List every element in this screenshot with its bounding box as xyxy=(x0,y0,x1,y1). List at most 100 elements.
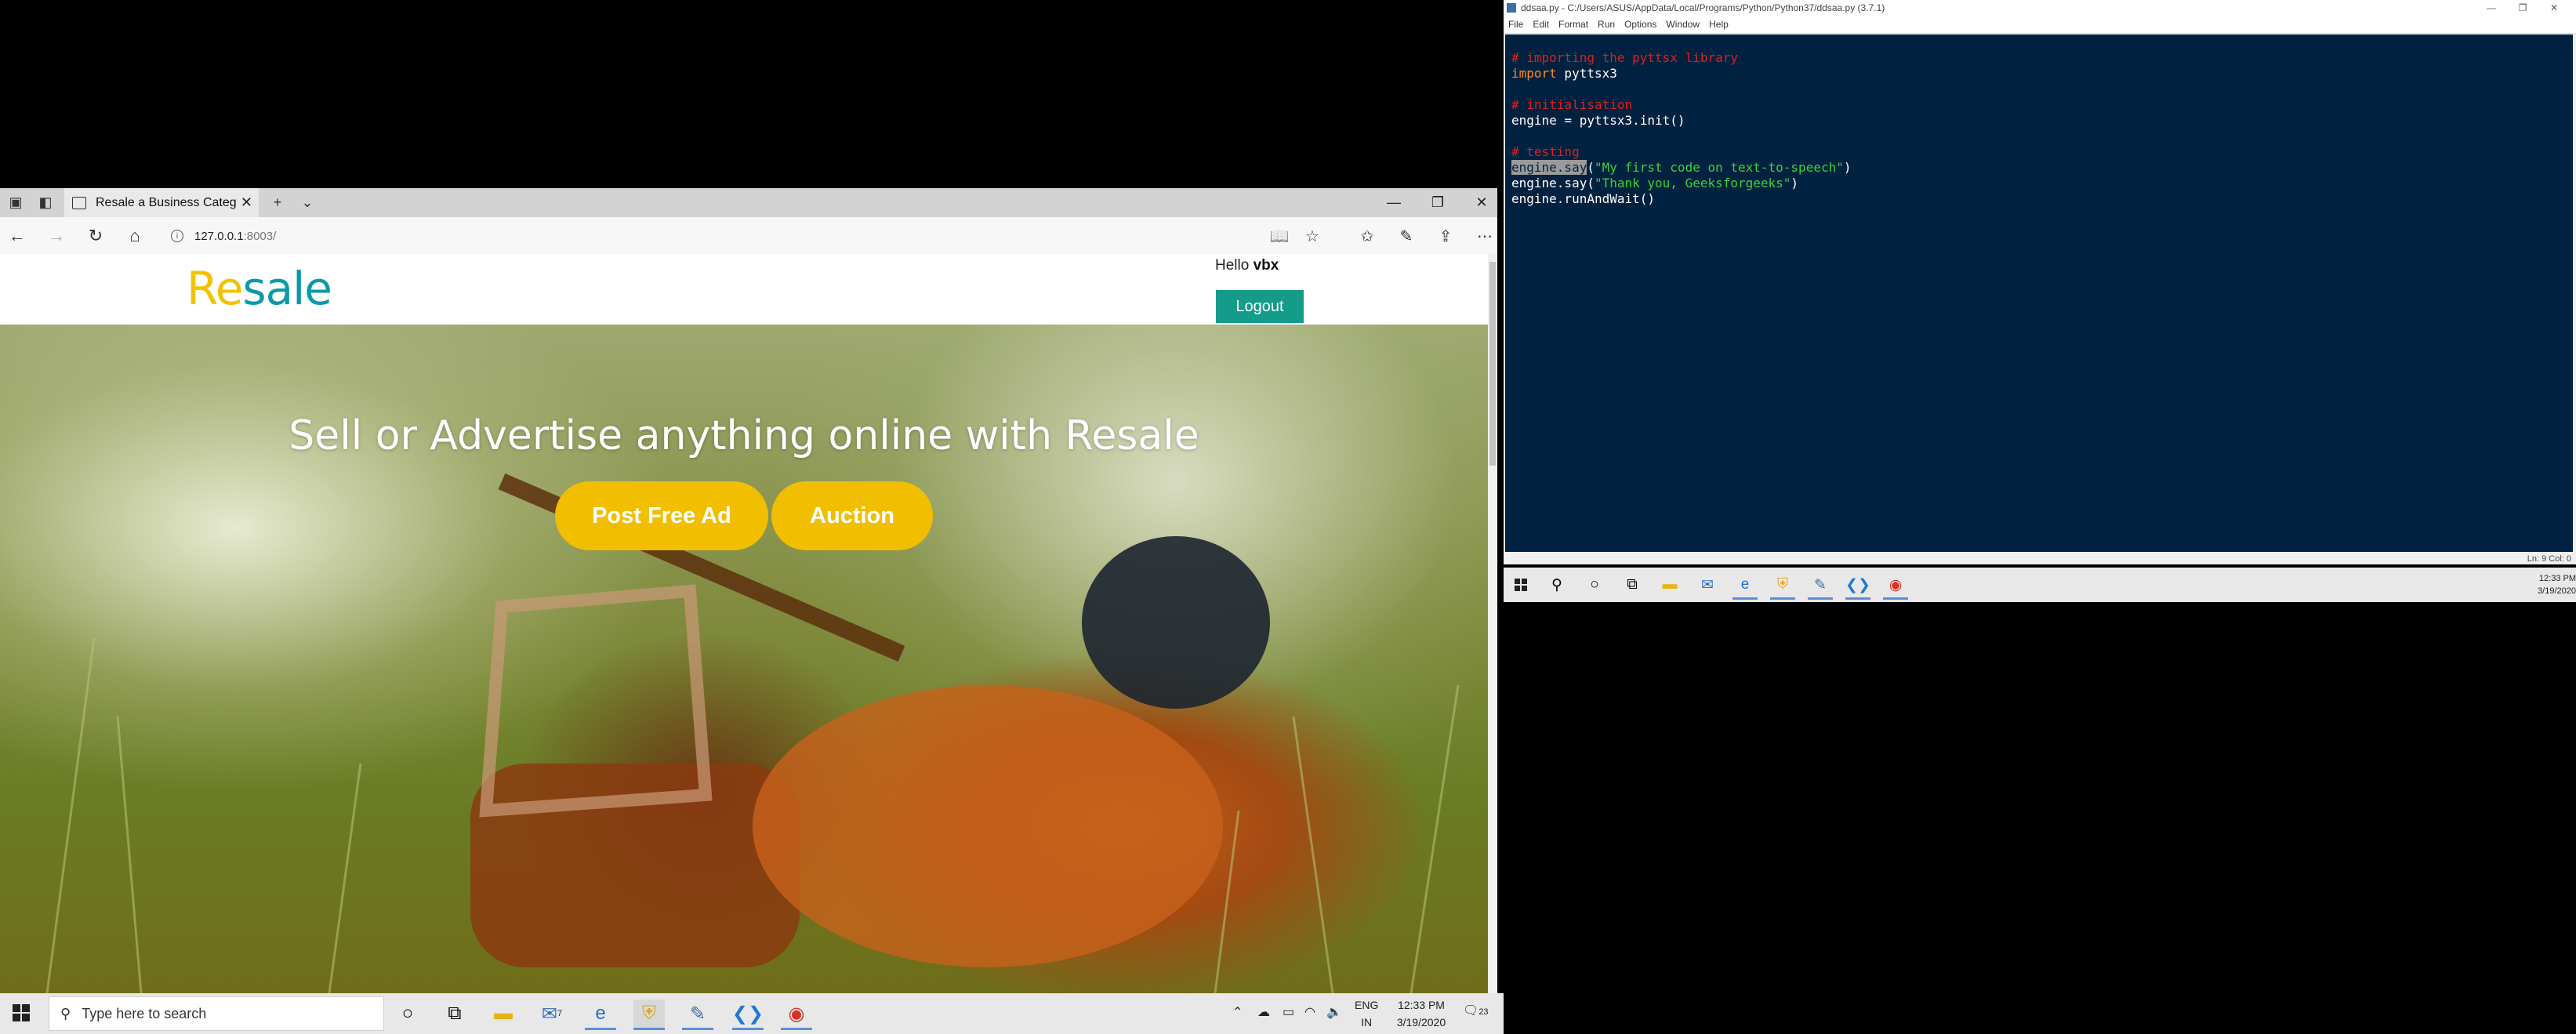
tab-list-chevron-icon[interactable]: ⌄ xyxy=(295,188,320,217)
close-window-button[interactable]: ✕ xyxy=(1460,188,1504,217)
python-idle-icon[interactable]: ✎ xyxy=(682,1000,713,1030)
code-line-10: engine.runAndWait() xyxy=(1511,191,1656,206)
forward-icon[interactable]: → xyxy=(42,222,71,250)
code-line-2: import pyttsx3 xyxy=(1511,66,1617,81)
language-indicator[interactable]: ENG IN xyxy=(1355,996,1378,1031)
menu-edit[interactable]: Edit xyxy=(1533,19,1549,30)
file-explorer-icon[interactable]: ▬ xyxy=(488,1000,519,1028)
tab-resale[interactable]: Resale a Business Categ ✕ xyxy=(64,188,259,217)
menu-window[interactable]: Window xyxy=(1666,19,1700,30)
battery-icon[interactable]: ▭ xyxy=(1283,1004,1294,1020)
task-view-icon[interactable]: ⧉ xyxy=(439,1000,470,1028)
code-line-5: engine = pyttsx3.init() xyxy=(1511,113,1685,128)
post-free-ad-button[interactable]: Post Free Ad xyxy=(555,481,768,550)
reading-view-icon[interactable]: 📖 xyxy=(1264,222,1295,250)
code-editor[interactable]: # importing the pyttsx library import pyt… xyxy=(1505,34,2573,552)
code-line-9: engine.say("Thank you, Geeksforgeeks") xyxy=(1511,176,1799,190)
taskbar: ⚲ Type here to search ○ ⧉ ▬ ✉ 7 e ⛨ ✎ ❮❯ … xyxy=(0,993,1504,1034)
remote-vscode-icon[interactable]: ❮❯ xyxy=(1845,572,1870,600)
code-line-7: # testing xyxy=(1511,144,1580,159)
address-toolbar: ← → ↻ ⌂ i 127.0.0.1:8003/ 📖 ☆ ✩ ✎ ⇪ ⋯ xyxy=(0,217,1497,255)
more-icon[interactable]: ⋯ xyxy=(1469,222,1500,250)
greeting: Hello vbx xyxy=(1215,257,1279,274)
refresh-icon[interactable]: ↻ xyxy=(82,222,110,250)
restore-button[interactable]: ❐ xyxy=(1416,188,1460,217)
address-bar[interactable]: i 127.0.0.1:8003/ xyxy=(171,225,276,247)
favorite-star-icon[interactable]: ☆ xyxy=(1297,222,1328,250)
pen-icon[interactable]: ✎ xyxy=(1391,222,1422,250)
menu-format[interactable]: Format xyxy=(1558,19,1588,30)
url-port: :8003/ xyxy=(243,229,277,243)
windows-start-icon[interactable] xyxy=(13,1004,30,1025)
auction-button[interactable]: Auction xyxy=(771,481,933,550)
remote-taskbar: ⚲ ○ ⧉ ▬ ✉ e ⛨ ✎ ❮❯ ◉ 12:33 PM 3/19/2020 xyxy=(1504,568,2576,602)
remote-mail-icon[interactable]: ✉ xyxy=(1695,572,1720,597)
code-line-4: # initialisation xyxy=(1511,97,1633,112)
new-tab-button[interactable]: + xyxy=(265,188,290,217)
edge-browser-window: ▣ ◧ Resale a Business Categ ✕ + ⌄ — ❐ ✕ … xyxy=(0,188,1497,993)
remote-file-explorer-icon[interactable]: ▬ xyxy=(1657,572,1682,597)
back-icon[interactable]: ← xyxy=(3,222,31,250)
wifi-icon[interactable]: ◠ xyxy=(1304,1004,1315,1020)
remote-edge-icon[interactable]: e xyxy=(1732,572,1758,600)
tab-title: Resale a Business Categ xyxy=(96,195,237,209)
share-icon[interactable]: ⇪ xyxy=(1430,222,1461,250)
code-line-1: # importing the pyttsx library xyxy=(1511,50,1738,65)
site-header: Resale Hello vbx Logout xyxy=(0,254,1488,325)
menu-run[interactable]: Run xyxy=(1598,19,1615,30)
chrome-icon[interactable]: ◉ xyxy=(781,1000,812,1030)
remote-cortana-icon[interactable]: ○ xyxy=(1582,572,1607,597)
resale-logo[interactable]: Resale xyxy=(187,262,332,315)
idle-menu-bar: File Edit Format Run Options Window Help xyxy=(1504,16,2576,34)
idle-restore-button[interactable]: ❐ xyxy=(2507,0,2538,16)
notifications-icon[interactable]: 🗨23 xyxy=(1463,1003,1489,1018)
code-line-8: engine.say("My first code on text-to-spe… xyxy=(1511,160,1852,175)
selected-text: engine.say xyxy=(1511,160,1587,175)
tab-preview-icon[interactable]: ◧ xyxy=(33,188,58,217)
hero-banner: Sell or Advertise anything online with R… xyxy=(0,325,1488,993)
idle-title: ddsaa.py - C:/Users/ASUS/AppData/Local/P… xyxy=(1521,2,1885,13)
search-placeholder: Type here to search xyxy=(82,1005,207,1021)
page-scrollbar[interactable] xyxy=(1488,254,1497,993)
site-info-icon[interactable]: i xyxy=(171,230,183,242)
vscode-icon[interactable]: ❮❯ xyxy=(732,1000,764,1030)
username: vbx xyxy=(1253,257,1279,274)
url-host: 127.0.0.1 xyxy=(194,229,244,243)
taskbar-search-box[interactable]: ⚲ Type here to search xyxy=(49,996,384,1031)
security-shield-icon[interactable]: ⛨ xyxy=(633,1000,665,1030)
taskbar-clock[interactable]: 12:33 PM 3/19/2020 xyxy=(1386,996,1457,1031)
home-icon[interactable]: ⌂ xyxy=(121,222,149,250)
page-icon xyxy=(72,196,86,209)
remote-task-view-icon[interactable]: ⧉ xyxy=(1620,572,1645,597)
menu-file[interactable]: File xyxy=(1508,19,1523,30)
remote-chrome-icon[interactable]: ◉ xyxy=(1883,572,1908,600)
remote-python-idle-icon[interactable]: ✎ xyxy=(1808,572,1833,600)
logout-button[interactable]: Logout xyxy=(1216,290,1304,323)
edge-icon[interactable]: e xyxy=(585,1000,616,1030)
menu-options[interactable]: Options xyxy=(1624,19,1656,30)
idle-close-button[interactable]: ✕ xyxy=(2538,0,2570,16)
idle-title-bar: ddsaa.py - C:/Users/ASUS/AppData/Local/P… xyxy=(1504,0,2576,16)
cortana-icon[interactable]: ○ xyxy=(392,1000,423,1028)
idle-status-bar: Ln: 9 Col: 0 xyxy=(1504,553,2576,564)
volume-icon[interactable]: 🔈 xyxy=(1326,1004,1342,1020)
mail-icon[interactable]: ✉ 7 xyxy=(536,1000,568,1028)
tray-overflow-chevron-icon[interactable]: ⌃ xyxy=(1232,1004,1243,1020)
scrollbar-thumb[interactable] xyxy=(1489,262,1496,466)
remote-taskbar-clock[interactable]: 12:33 PM 3/19/2020 xyxy=(2515,572,2576,597)
minimize-button[interactable]: — xyxy=(1372,188,1416,217)
idle-minimize-button[interactable]: — xyxy=(2476,0,2507,16)
menu-help[interactable]: Help xyxy=(1709,19,1729,30)
tab-close-icon[interactable]: ✕ xyxy=(241,194,252,211)
python-file-icon xyxy=(1507,3,1516,13)
remote-security-shield-icon[interactable]: ⛨ xyxy=(1770,572,1795,600)
favorites-list-icon[interactable]: ✩ xyxy=(1351,222,1383,250)
onedrive-icon[interactable]: ☁ xyxy=(1257,1004,1270,1020)
tab-bar: ▣ ◧ Resale a Business Categ ✕ + ⌄ — ❐ ✕ xyxy=(0,188,1497,217)
set-aside-tabs-icon[interactable]: ▣ xyxy=(3,188,28,217)
remote-start-icon[interactable] xyxy=(1508,572,1533,597)
hero-title: Sell or Advertise anything online with R… xyxy=(288,412,1199,459)
remote-search-icon[interactable]: ⚲ xyxy=(1544,572,1569,597)
